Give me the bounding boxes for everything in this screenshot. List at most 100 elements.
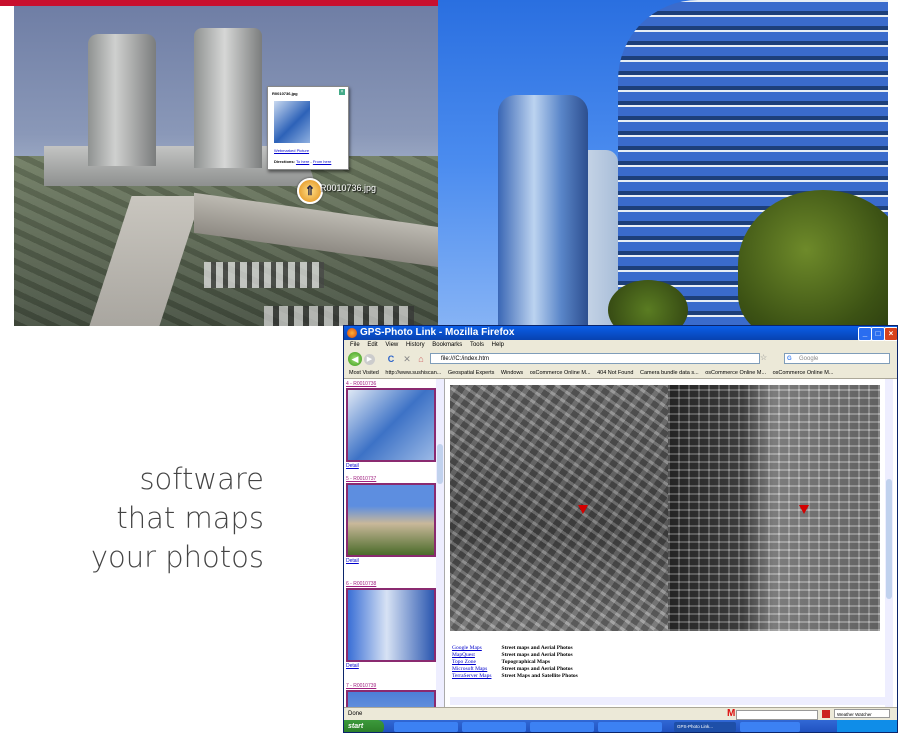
bookmark-item[interactable]: osCommerce Online M... — [773, 370, 834, 376]
bookmark-item[interactable]: Windows — [501, 370, 523, 376]
sidebar-detail-link[interactable]: Detail — [346, 558, 434, 564]
reload-icon[interactable]: C — [384, 352, 398, 366]
menu-file[interactable]: File — [350, 342, 360, 348]
sidebar-photo-thumb[interactable] — [346, 388, 436, 462]
menu-edit[interactable]: Edit — [367, 342, 377, 348]
balloon-link[interactable]: Webmarked Picture — [274, 148, 309, 153]
map-marker-icon[interactable] — [799, 505, 809, 514]
sidebar-detail-link[interactable]: Detail — [346, 463, 434, 469]
sidebar-photo-label[interactable]: 4 - R0010736 — [346, 381, 434, 387]
bookmark-item[interactable]: osCommerce Online M... — [530, 370, 591, 376]
bookmark-item[interactable]: http://www.sushiscan... — [385, 370, 441, 376]
photo-info-balloon: R0010736.jpg × Webmarked Picture Directi… — [267, 86, 349, 170]
balloon-thumbnail[interactable] — [274, 101, 310, 143]
taskbar-item[interactable] — [740, 722, 800, 732]
sidebar-photo-label[interactable]: 7 - R0010739 — [346, 683, 434, 689]
page-scrollbar[interactable] — [885, 379, 893, 707]
extension-icon[interactable] — [822, 710, 830, 718]
bookmark-item[interactable]: Geospatial Experts — [448, 370, 494, 376]
minimize-icon[interactable]: _ — [858, 327, 872, 341]
aerial-photo-right[interactable] — [668, 385, 880, 631]
horizontal-scrollbar[interactable] — [450, 697, 885, 705]
directions-label: Directions: — [274, 159, 295, 164]
menu-view[interactable]: View — [385, 342, 398, 348]
map-link-desc: Street maps and Aerial Photos — [501, 652, 573, 658]
building-photo — [438, 0, 888, 326]
status-text: Done — [348, 711, 363, 717]
menu-history[interactable]: History — [406, 342, 425, 348]
url-input[interactable]: file:///C:/index.htm — [430, 353, 760, 364]
gmail-icon[interactable]: M — [727, 708, 735, 720]
sidebar-photo-item[interactable]: 5 - R0010737 Detail — [346, 476, 436, 564]
bookmark-item[interactable]: 404 Not Found — [597, 370, 633, 376]
sidebar-detail-link[interactable]: Detail — [346, 663, 434, 669]
map-link[interactable]: Microsoft Maps — [452, 666, 500, 673]
map-link[interactable]: Google Maps — [452, 645, 500, 652]
bookmark-item[interactable]: Most Visited — [349, 370, 379, 376]
taskbar-item[interactable] — [394, 722, 458, 732]
map-link-row: Microsoft Maps Street maps and Aerial Ph… — [452, 666, 578, 673]
close-icon[interactable]: × — [884, 327, 897, 341]
taskbar-item[interactable] — [530, 722, 594, 732]
forward-icon[interactable]: ▶ — [364, 354, 375, 365]
menu-help[interactable]: Help — [492, 342, 504, 348]
navigation-toolbar: ◀ ▶ C ✕ ⌂ file:///C:/index.htm ☆ G Googl… — [344, 350, 897, 368]
earth-3d-view[interactable]: R0010736.jpg × Webmarked Picture Directi… — [14, 6, 438, 326]
map-link-desc: Street maps and Aerial Photos — [501, 645, 573, 651]
photo-building-glass — [498, 95, 588, 326]
map-link[interactable]: MapQuest — [452, 652, 500, 659]
tagline-line-2: that maps — [116, 501, 264, 535]
sidebar-photo-label[interactable]: 5 - R0010737 — [346, 476, 434, 482]
sidebar-photo-item[interactable]: 6 - R0010738 Detail — [346, 581, 436, 669]
sidebar-photo-item[interactable]: 4 - R0010736 Detail — [346, 381, 436, 469]
menu-bookmarks[interactable]: Bookmarks — [432, 342, 462, 348]
map-link[interactable]: Topo Zone — [452, 659, 500, 666]
page-content: 4 - R0010736 Detail 5 - R0010737 Detail … — [344, 379, 897, 707]
weather-addon[interactable]: Weather Watcher — [834, 709, 890, 718]
aerial-photo-left[interactable] — [450, 385, 668, 631]
search-input[interactable]: G Google — [784, 353, 890, 364]
aerial-map-view[interactable] — [450, 385, 880, 631]
pin-label: R0010736.jpg — [320, 183, 377, 193]
firefox-window: GPS-Photo Link - Mozilla Firefox _ □ × F… — [343, 325, 898, 733]
home-icon[interactable]: ⌂ — [414, 352, 428, 366]
parked-cars — [204, 262, 324, 288]
windows-taskbar: start GPS-Photo Link... — [344, 720, 897, 732]
bookmark-star-icon[interactable]: ☆ — [760, 353, 767, 362]
menu-tools[interactable]: Tools — [470, 342, 484, 348]
map-marker-icon[interactable] — [578, 505, 588, 514]
start-button[interactable]: start — [344, 720, 384, 732]
sidebar-photo-item[interactable]: 7 - R0010739 — [346, 683, 436, 707]
page-scroll-thumb[interactable] — [886, 479, 892, 599]
balloon-close-icon[interactable]: × — [339, 89, 345, 95]
sidebar-scrollbar[interactable] — [436, 379, 444, 707]
maximize-icon[interactable]: □ — [871, 327, 885, 341]
system-tray — [837, 720, 897, 732]
sidebar-scroll-thumb[interactable] — [437, 444, 443, 484]
back-icon[interactable]: ◀ — [348, 352, 362, 366]
building-tower-left — [88, 34, 156, 166]
status-search-box[interactable] — [736, 710, 818, 720]
window-titlebar[interactable]: GPS-Photo Link - Mozilla Firefox _ □ × — [344, 326, 897, 341]
balloon-title: R0010736.jpg — [272, 91, 298, 96]
bookmark-item[interactable]: Camera bundle data s... — [640, 370, 699, 376]
map-link-desc: Street maps and Aerial Photos — [501, 666, 573, 672]
taskbar-item[interactable] — [462, 722, 526, 732]
sidebar-photo-thumb[interactable] — [346, 690, 436, 707]
tagline-line-3: your photos — [90, 540, 264, 574]
bookmark-item[interactable]: osCommerce Online M... — [705, 370, 766, 376]
status-bar: Done M Weather Watcher — [344, 707, 897, 720]
taskbar-item-active[interactable]: GPS-Photo Link... — [674, 722, 736, 732]
taskbar-item[interactable] — [598, 722, 662, 732]
from-here-link[interactable]: From here — [313, 159, 331, 164]
to-here-link[interactable]: To here — [296, 159, 309, 164]
map-link[interactable]: TerraServer Maps — [452, 673, 500, 680]
sidebar-photo-thumb[interactable] — [346, 588, 436, 662]
building-tower-right — [194, 28, 262, 168]
map-link-desc: Topographical Maps — [501, 659, 551, 665]
map-link-row: TerraServer Maps Street Maps and Satelli… — [452, 673, 578, 680]
map-links-list: Google Maps Street maps and Aerial Photo… — [452, 645, 578, 680]
sidebar-photo-thumb[interactable] — [346, 483, 436, 557]
sidebar-photo-label[interactable]: 6 - R0010738 — [346, 581, 434, 587]
stop-icon[interactable]: ✕ — [400, 352, 414, 366]
